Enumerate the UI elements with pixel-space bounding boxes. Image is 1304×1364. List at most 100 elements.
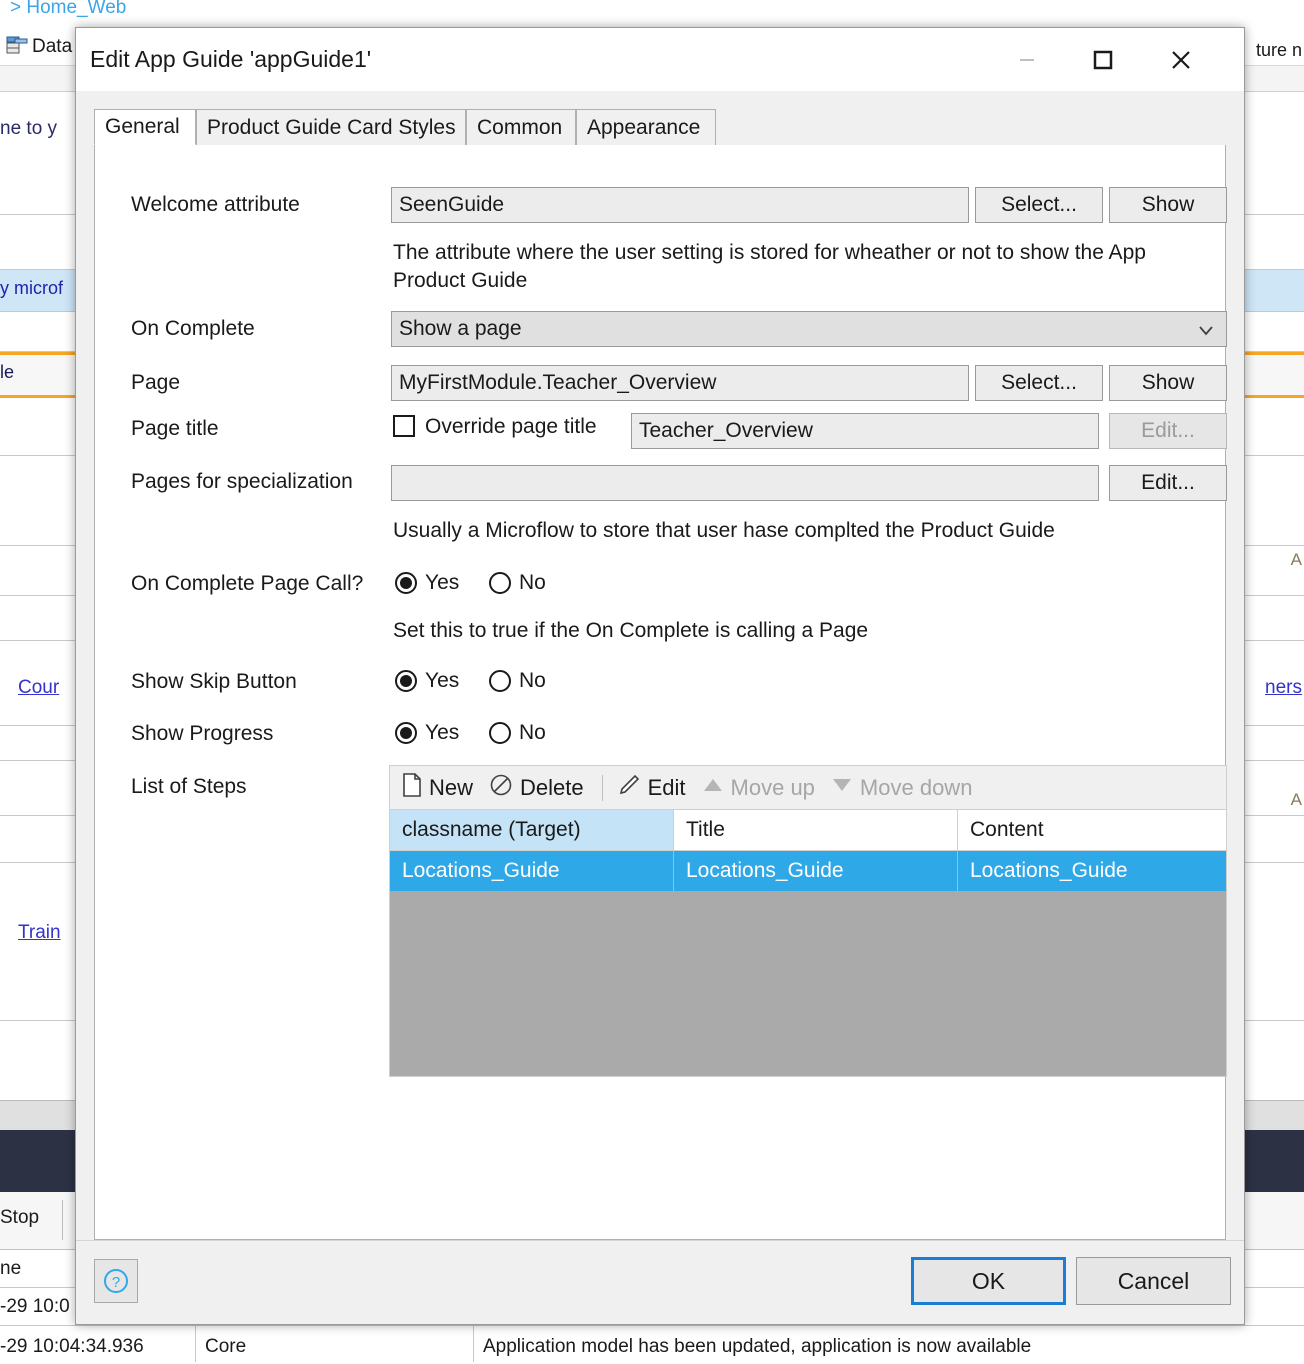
show-skip-button-yes-label[interactable]: Yes — [425, 669, 459, 693]
background-header-right-text: ture n — [1256, 40, 1302, 61]
edit-step-label: Edit — [648, 775, 686, 801]
page-title-label: Page title — [131, 417, 219, 441]
on-complete-page-call-yes-radio[interactable] — [395, 572, 417, 594]
welcome-attribute-show-button[interactable]: Show — [1109, 187, 1227, 223]
page-input[interactable]: MyFirstModule.Teacher_Overview — [391, 365, 969, 401]
background-row-text: y microf — [0, 278, 63, 299]
move-down-label: Move down — [860, 775, 973, 801]
delete-step-button[interactable]: Delete — [489, 773, 584, 803]
show-progress-yes-radio[interactable] — [395, 722, 417, 744]
log-cell-time: -29 10:04:34.936 — [0, 1336, 144, 1358]
pages-for-specialization-label: Pages for specialization — [131, 470, 353, 494]
page-select-button[interactable]: Select... — [975, 365, 1103, 401]
log-column-divider — [195, 1326, 196, 1362]
table-row[interactable]: Locations_Guide Locations_Guide Location… — [389, 851, 1227, 891]
edit-app-guide-dialog: Edit App Guide 'appGuide1' General Produ… — [75, 27, 1245, 1325]
pages-for-specialization-edit-button[interactable]: Edit... — [1109, 465, 1227, 501]
steps-grid-header: classname (Target) Title Content — [389, 809, 1227, 851]
ok-button[interactable]: OK — [911, 1257, 1066, 1305]
page-label: Page — [131, 371, 180, 395]
show-progress-no-radio[interactable] — [489, 722, 511, 744]
close-icon[interactable] — [1150, 28, 1212, 91]
background-welcome-text: ne to y — [0, 118, 57, 140]
on-complete-page-call-no-radio[interactable] — [489, 572, 511, 594]
delete-step-label: Delete — [520, 775, 584, 801]
new-step-label: New — [429, 775, 473, 801]
column-header-content[interactable]: Content — [958, 810, 1226, 850]
tab-general[interactable]: General — [94, 109, 196, 145]
dialog-titlebar[interactable]: Edit App Guide 'appGuide1' — [76, 28, 1244, 91]
background-tab-label[interactable]: Data — [32, 36, 72, 58]
log-cell-message: Application model has been updated, appl… — [483, 1336, 1031, 1358]
move-up-button[interactable]: Move up — [702, 774, 815, 802]
column-header-classname[interactable]: classname (Target) — [390, 810, 674, 850]
cancel-button[interactable]: Cancel — [1076, 1257, 1231, 1305]
pencil-icon — [617, 773, 641, 803]
chevron-down-icon — [1196, 320, 1216, 346]
tab-appearance[interactable]: Appearance — [576, 109, 716, 145]
background-muted-text: A — [1291, 550, 1302, 570]
show-skip-button-no-radio[interactable] — [489, 670, 511, 692]
move-down-button[interactable]: Move down — [831, 774, 973, 802]
override-page-title-label[interactable]: Override page title — [425, 415, 597, 439]
delete-icon — [489, 773, 513, 803]
steps-grid-toolbar: New Delete — [389, 765, 1227, 809]
svg-text:?: ? — [112, 1274, 120, 1291]
show-skip-button-no-label[interactable]: No — [519, 669, 546, 693]
toolbar-separator — [602, 775, 603, 801]
welcome-attribute-input[interactable]: SeenGuide — [391, 187, 969, 223]
pages-for-specialization-input[interactable] — [391, 465, 1099, 501]
background-row-text: le — [0, 362, 14, 383]
show-progress-yes-label[interactable]: Yes — [425, 721, 459, 745]
tab-bar: General Product Guide Card Styles Common… — [94, 109, 1226, 145]
link-trainers[interactable]: ners — [1265, 677, 1302, 699]
show-skip-button-yes-radio[interactable] — [395, 670, 417, 692]
on-complete-page-call-label: On Complete Page Call? — [131, 572, 363, 596]
stop-button[interactable]: Stop — [0, 1207, 39, 1229]
steps-grid-empty-area[interactable] — [389, 891, 1227, 1077]
on-complete-page-call-no-label[interactable]: No — [519, 571, 546, 595]
link-courses[interactable]: Cour — [18, 677, 59, 699]
log-cell-module: Core — [205, 1336, 246, 1358]
welcome-attribute-label: Welcome attribute — [131, 193, 300, 217]
dialog-body: General Product Guide Card Styles Common… — [76, 91, 1244, 1324]
page-show-button[interactable]: Show — [1109, 365, 1227, 401]
pages-for-specialization-help-text: Usually a Microflow to store that user h… — [393, 517, 1223, 545]
move-up-label: Move up — [731, 775, 815, 801]
triangle-down-icon — [831, 774, 853, 802]
background-muted-text: A — [1291, 790, 1302, 810]
override-page-title-checkbox[interactable] — [393, 415, 415, 437]
on-complete-select[interactable]: Show a page — [391, 311, 1227, 347]
breadcrumb[interactable]: > Home_Web — [10, 0, 126, 19]
tab-common[interactable]: Common — [466, 109, 576, 145]
dialog-title: Edit App Guide 'appGuide1' — [90, 46, 371, 73]
on-complete-page-call-yes-label[interactable]: Yes — [425, 571, 459, 595]
help-circle-icon[interactable]: ? — [94, 1259, 138, 1303]
welcome-attribute-help-text: The attribute where the user setting is … — [393, 239, 1203, 295]
dialog-footer: ? OK Cancel — [76, 1240, 1244, 1324]
steps-grid: New Delete — [389, 765, 1227, 1077]
page-title-edit-button[interactable]: Edit... — [1109, 413, 1227, 449]
on-complete-value: Show a page — [399, 317, 522, 341]
show-progress-no-label[interactable]: No — [519, 721, 546, 745]
edit-step-button[interactable]: Edit — [617, 773, 686, 803]
log-column-time: ne — [0, 1258, 21, 1280]
new-step-button[interactable]: New — [402, 773, 473, 803]
welcome-attribute-select-button[interactable]: Select... — [975, 187, 1103, 223]
triangle-up-icon — [702, 774, 724, 802]
log-cell-time: -29 10:0 — [0, 1296, 70, 1318]
page-title-input[interactable]: Teacher_Overview — [631, 413, 1099, 449]
log-column-divider — [473, 1326, 474, 1362]
maximize-icon[interactable] — [1072, 28, 1134, 91]
new-document-icon — [402, 773, 422, 803]
minimize-icon[interactable] — [996, 28, 1058, 91]
show-progress-label: Show Progress — [131, 722, 273, 746]
list-of-steps-label: List of Steps — [131, 775, 247, 799]
on-complete-label: On Complete — [131, 317, 255, 341]
database-icon — [6, 36, 28, 54]
column-header-title[interactable]: Title — [674, 810, 958, 850]
tab-product-guide-card-styles[interactable]: Product Guide Card Styles — [196, 109, 466, 145]
toolbar-separator — [62, 1200, 63, 1240]
cell-title: Locations_Guide — [674, 851, 958, 891]
link-training[interactable]: Train — [18, 922, 61, 944]
